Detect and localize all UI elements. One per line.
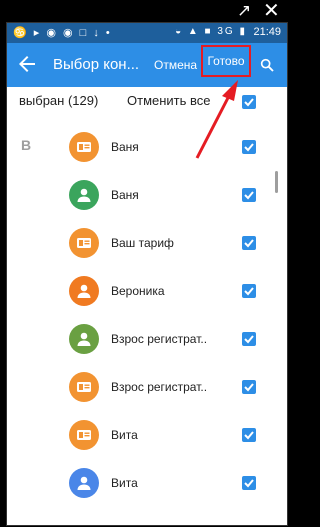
- status-bar: ♋ ▸ ◉ ◉ □ ↓ • ◒ ▲ ■ 3G ▮ 21:49: [7, 23, 287, 43]
- contact-name: Ваня: [111, 140, 139, 154]
- contact-name: Взрос регистрат..: [111, 380, 208, 394]
- avatar: [69, 180, 99, 210]
- done-button[interactable]: Готово: [201, 45, 251, 77]
- contact-checkbox[interactable]: [242, 380, 256, 394]
- contact-name: Взрос регистрат..: [111, 332, 208, 346]
- open-external-icon[interactable]: ↗: [237, 2, 253, 19]
- contact-checkbox[interactable]: [242, 236, 256, 250]
- cancel-all-button[interactable]: Отменить все: [127, 93, 211, 108]
- window-topbar: ↗ ✕: [0, 0, 294, 22]
- contact-name: Вита: [111, 476, 138, 490]
- contact-row[interactable]: Ваш тариф: [7, 225, 287, 261]
- close-icon[interactable]: ✕: [263, 1, 280, 21]
- contact-row[interactable]: Взрос регистрат..: [7, 369, 287, 405]
- contact-checkbox[interactable]: [242, 140, 256, 154]
- cancel-button[interactable]: Отмена: [154, 58, 197, 72]
- contact-checkbox[interactable]: [242, 332, 256, 346]
- contact-checkbox[interactable]: [242, 476, 256, 490]
- page-title: Выбор кон...: [53, 56, 140, 73]
- avatar: [69, 324, 99, 354]
- contact-checkbox[interactable]: [242, 428, 256, 442]
- contact-row[interactable]: Ваня: [7, 177, 287, 213]
- done-button-label: Готово: [207, 54, 245, 68]
- phone-screen: ♋ ▸ ◉ ◉ □ ↓ • ◒ ▲ ■ 3G ▮ 21:49 Выбор кон…: [6, 22, 288, 526]
- contact-checkbox[interactable]: [242, 188, 256, 202]
- contact-row[interactable]: Вероника: [7, 273, 287, 309]
- status-time: 21:49: [253, 26, 281, 38]
- status-right-icons: ◒ ▲ ■ 3G ▮: [175, 26, 247, 37]
- contact-name: Ваня: [111, 188, 139, 202]
- avatar: [69, 420, 99, 450]
- avatar: [69, 228, 99, 258]
- avatar: [69, 132, 99, 162]
- contact-row[interactable]: Ваня: [7, 129, 287, 165]
- contact-row[interactable]: Вита: [7, 417, 287, 453]
- search-icon[interactable]: [259, 57, 275, 73]
- scrollbar[interactable]: [275, 171, 278, 193]
- contact-checkbox[interactable]: [242, 284, 256, 298]
- select-all-checkbox[interactable]: [242, 95, 256, 109]
- avatar: [69, 276, 99, 306]
- avatar: [69, 468, 99, 498]
- status-left-icons: ♋ ▸ ◉ ◉ □ ↓ •: [13, 27, 112, 39]
- contact-name: Ваш тариф: [111, 236, 174, 250]
- contact-name: Вероника: [111, 284, 165, 298]
- contact-row[interactable]: Вита: [7, 465, 287, 501]
- contact-row[interactable]: Взрос регистрат..: [7, 321, 287, 357]
- contact-name: Вита: [111, 428, 138, 442]
- arrow-back-icon[interactable]: [15, 52, 39, 76]
- avatar: [69, 372, 99, 402]
- selection-row: выбран (129) Отменить все: [7, 87, 287, 117]
- selected-count: выбран (129): [19, 93, 99, 108]
